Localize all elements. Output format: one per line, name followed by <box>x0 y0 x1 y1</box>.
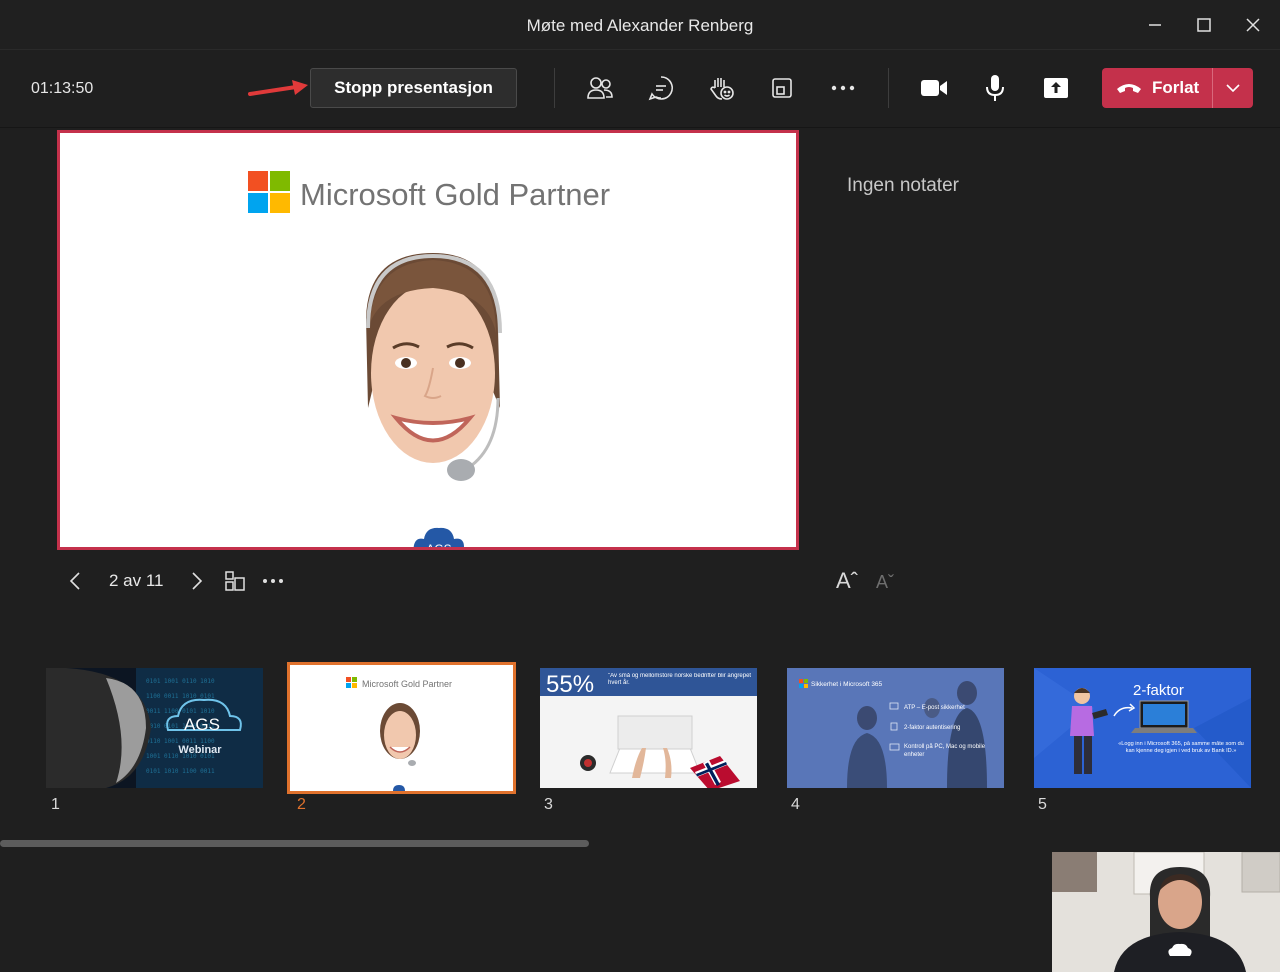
thumbnail-2-image: Microsoft Gold Partner <box>290 665 513 791</box>
title-bar: Møte med Alexander Renberg <box>0 0 1280 50</box>
layout-button[interactable] <box>766 72 798 104</box>
slide-grid-button[interactable] <box>224 566 246 596</box>
slide-thumbnail-1[interactable]: 0101 1001 0110 1010 1100 0011 1010 0101 0… <box>46 668 263 788</box>
slide-thumbnail-4[interactable]: Sikkerhet i Microsoft 365 ATP – E-post s… <box>787 668 1004 788</box>
toolbar-divider <box>888 68 889 108</box>
slide-more-options-button[interactable] <box>262 566 284 596</box>
thumbnail-3-title: 55% <box>546 671 594 698</box>
more-icon <box>831 85 855 91</box>
support-agent-image <box>366 253 502 481</box>
slide-thumbnail-5[interactable]: 2-faktor «Logg inn i Microsoft 365, på s… <box>1034 668 1251 788</box>
slide-heading: Microsoft Gold Partner <box>300 177 611 212</box>
slide-counter: 2 av 11 <box>109 571 164 590</box>
thumbnail-2-number: 2 <box>297 796 306 813</box>
thumbnail-4-item-3: Kontroll på PC, Mac og mobile enheter <box>904 744 986 758</box>
ags-cloud-logo: AGS <box>413 527 464 550</box>
self-video-image <box>1052 852 1280 972</box>
thumbnails-scrollbar[interactable] <box>0 840 589 847</box>
layout-icon <box>772 78 792 98</box>
reactions-button[interactable] <box>706 72 738 104</box>
minimize-button[interactable] <box>1140 10 1170 40</box>
camera-icon <box>921 80 947 96</box>
participants-button[interactable] <box>584 72 616 104</box>
chevron-right-icon <box>192 572 203 590</box>
toolbar-divider <box>554 68 555 108</box>
share-screen-icon <box>1044 78 1068 98</box>
previous-slide-button[interactable] <box>68 566 82 596</box>
maximize-icon <box>1197 18 1211 32</box>
minimize-icon <box>1149 24 1161 26</box>
more-icon <box>263 579 283 583</box>
window-title: Møte med Alexander Renberg <box>526 16 754 35</box>
leave-button[interactable]: Forlat <box>1102 68 1253 108</box>
hang-up-icon <box>1117 84 1141 93</box>
grid-view-icon <box>225 571 245 591</box>
svg-text:0101 1001 0110 1010: 0101 1001 0110 1010 <box>146 678 215 685</box>
microphone-icon <box>986 75 1004 101</box>
close-icon <box>1246 18 1260 32</box>
thumbnail-5-title: 2-faktor <box>1133 682 1184 699</box>
leave-main-button[interactable]: Forlat <box>1102 68 1212 108</box>
chevron-down-icon <box>1226 84 1240 92</box>
meeting-timer: 01:13:50 <box>31 80 94 97</box>
svg-text:0101 1010 1100 0011: 0101 1010 1100 0011 <box>146 768 215 775</box>
chat-icon <box>648 76 673 101</box>
thumbnail-1-subtitle: Webinar <box>178 744 222 756</box>
thumbnail-4-number: 4 <box>791 796 800 813</box>
self-video-preview[interactable] <box>1052 852 1280 972</box>
leave-options-dropdown[interactable] <box>1213 68 1253 108</box>
thumbnail-4-title: Sikkerhet i Microsoft 365 <box>811 681 883 688</box>
camera-button[interactable] <box>918 72 950 104</box>
raise-hand-icon <box>710 78 734 100</box>
thumbnail-3-image: 55% "Av små og mellomstore norske bedrif… <box>540 668 757 788</box>
thumbnail-5-image: 2-faktor «Logg inn i Microsoft 365, på s… <box>1034 668 1251 788</box>
thumbnail-4-image: Sikkerhet i Microsoft 365 ATP – E-post s… <box>787 668 1004 788</box>
slide-thumbnail-2[interactable]: Microsoft Gold Partner <box>287 662 516 794</box>
current-slide: Microsoft Gold Partner AGS <box>57 130 799 550</box>
thumbnail-3-number: 3 <box>544 796 553 813</box>
thumbnail-2-title: Microsoft Gold Partner <box>362 679 452 689</box>
thumbnail-5-quote: «Logg inn i Microsoft 365, på samme måte… <box>1118 741 1244 754</box>
stop-presenting-button[interactable]: Stopp presentasjon <box>310 68 517 108</box>
increase-font-button[interactable]: Aˆ <box>836 568 858 594</box>
meeting-toolbar: 01:13:50 Stopp presentasjon Forlat <box>0 50 1280 128</box>
leave-label: Forlat <box>1152 78 1200 97</box>
people-icon <box>587 77 613 99</box>
more-actions-button[interactable] <box>827 72 859 104</box>
slide-thumbnail-3[interactable]: 55% "Av små og mellomstore norske bedrif… <box>540 668 757 788</box>
microsoft-logo <box>248 171 290 213</box>
chevron-left-icon <box>69 572 80 590</box>
thumbnail-5-number: 5 <box>1038 796 1047 813</box>
thumbnail-3-quote: "Av små og mellomstore norske bedrifter … <box>608 673 752 686</box>
slide-logo-text: AGS <box>426 542 451 550</box>
decrease-font-button[interactable]: Aˇ <box>876 572 894 593</box>
thumbnail-1-number: 1 <box>51 796 60 813</box>
maximize-button[interactable] <box>1189 10 1219 40</box>
share-content-button[interactable] <box>1040 72 1072 104</box>
close-button[interactable] <box>1238 10 1268 40</box>
chat-button[interactable] <box>645 72 677 104</box>
thumbnail-1-title: AGS <box>184 715 220 734</box>
speaker-notes: Ingen notater <box>847 175 959 196</box>
thumbnail-1-image: 0101 1001 0110 10101100 0011 1010 0101 0… <box>46 668 263 788</box>
thumbnail-4-item-2: 2-faktor autentisering <box>904 725 960 731</box>
next-slide-button[interactable] <box>190 566 204 596</box>
thumbnail-4-item-1: ATP – E-post sikkerhet <box>904 705 965 711</box>
arrow-annotation-icon <box>248 80 308 96</box>
microphone-button[interactable] <box>979 72 1011 104</box>
